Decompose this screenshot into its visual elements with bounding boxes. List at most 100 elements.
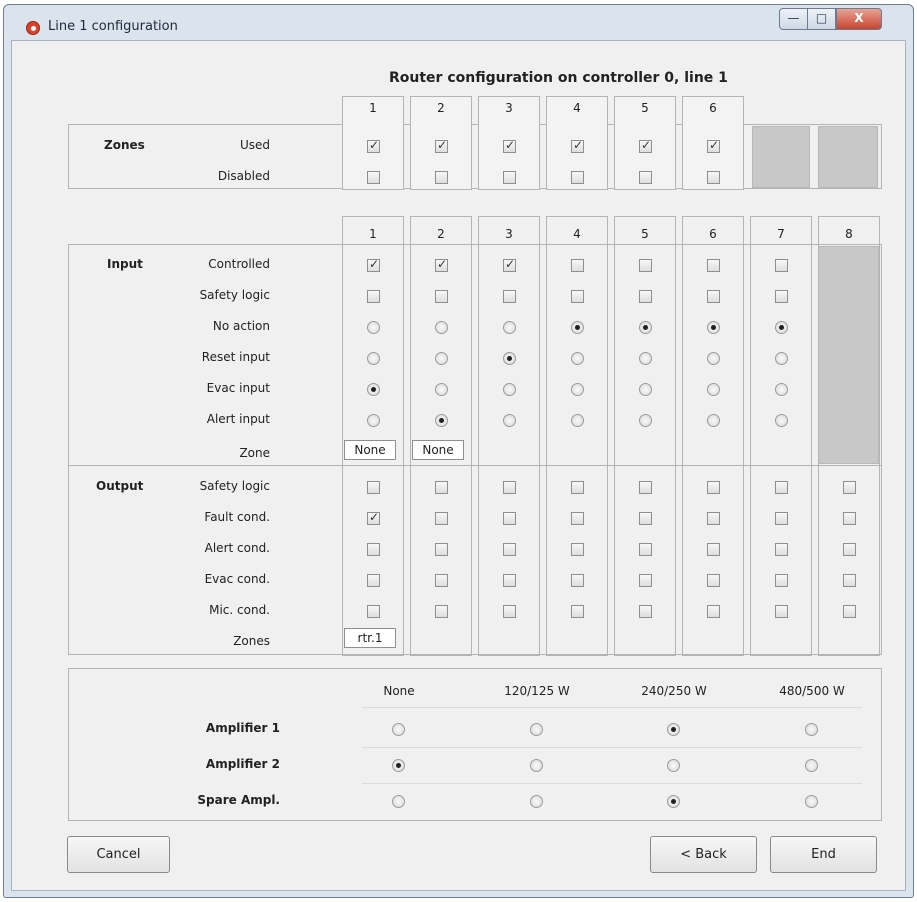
amp-1-radio-4[interactable] bbox=[805, 723, 818, 736]
output-evac-cond--checkbox-6[interactable] bbox=[707, 574, 720, 587]
amp-2-radio-1[interactable] bbox=[392, 759, 405, 772]
input-mode-radio-2-reset-input[interactable] bbox=[435, 352, 448, 365]
input-mode-radio-7-reset-input[interactable] bbox=[775, 352, 788, 365]
amp-2-radio-2[interactable] bbox=[530, 759, 543, 772]
input-mode-radio-1-evac-input[interactable] bbox=[367, 383, 380, 396]
output-fault-cond--checkbox-5[interactable] bbox=[639, 512, 652, 525]
end-button[interactable]: End bbox=[770, 836, 877, 873]
input-controlled-checkbox-4[interactable] bbox=[571, 259, 584, 272]
zones-used-checkbox-3[interactable] bbox=[503, 138, 516, 153]
input-safety-logic-checkbox-4[interactable] bbox=[571, 290, 584, 303]
input-safety-logic-checkbox-7[interactable] bbox=[775, 290, 788, 303]
output-evac-cond--checkbox-1[interactable] bbox=[367, 574, 380, 587]
input-mode-radio-5-reset-input[interactable] bbox=[639, 352, 652, 365]
output-safety-logic-checkbox-7[interactable] bbox=[775, 481, 788, 494]
amp-3-radio-1[interactable] bbox=[392, 795, 405, 808]
input-mode-radio-4-reset-input[interactable] bbox=[571, 352, 584, 365]
output-evac-cond--checkbox-3[interactable] bbox=[503, 574, 516, 587]
output-safety-logic-checkbox-2[interactable] bbox=[435, 481, 448, 494]
input-controlled-checkbox-3[interactable] bbox=[503, 257, 516, 272]
output-safety-logic-checkbox-3[interactable] bbox=[503, 481, 516, 494]
input-mode-radio-3-reset-input[interactable] bbox=[503, 352, 516, 365]
output-fault-cond--checkbox-8[interactable] bbox=[843, 512, 856, 525]
output-mic--cond--checkbox-4[interactable] bbox=[571, 605, 584, 618]
minimize-button[interactable]: — bbox=[779, 8, 808, 30]
amp-3-radio-3[interactable] bbox=[667, 795, 680, 808]
input-mode-radio-2-alert-input[interactable] bbox=[435, 414, 448, 427]
input-mode-radio-1-alert-input[interactable] bbox=[367, 414, 380, 427]
output-fault-cond--checkbox-3[interactable] bbox=[503, 512, 516, 525]
input-mode-radio-6-evac-input[interactable] bbox=[707, 383, 720, 396]
input-safety-logic-checkbox-2[interactable] bbox=[435, 290, 448, 303]
zones-disabled-checkbox-6[interactable] bbox=[707, 171, 720, 184]
output-safety-logic-checkbox-1[interactable] bbox=[367, 481, 380, 494]
output-alert-cond--checkbox-2[interactable] bbox=[435, 543, 448, 556]
amp-1-radio-1[interactable] bbox=[392, 723, 405, 736]
output-fault-cond--checkbox-6[interactable] bbox=[707, 512, 720, 525]
output-fault-cond--checkbox-4[interactable] bbox=[571, 512, 584, 525]
output-alert-cond--checkbox-3[interactable] bbox=[503, 543, 516, 556]
output-evac-cond--checkbox-2[interactable] bbox=[435, 574, 448, 587]
input-mode-radio-4-evac-input[interactable] bbox=[571, 383, 584, 396]
amp-1-radio-2[interactable] bbox=[530, 723, 543, 736]
zones-disabled-checkbox-1[interactable] bbox=[367, 171, 380, 184]
output-alert-cond--checkbox-8[interactable] bbox=[843, 543, 856, 556]
input-safety-logic-checkbox-5[interactable] bbox=[639, 290, 652, 303]
output-safety-logic-checkbox-8[interactable] bbox=[843, 481, 856, 494]
zones-used-checkbox-2[interactable] bbox=[435, 138, 448, 153]
output-alert-cond--checkbox-1[interactable] bbox=[367, 543, 380, 556]
input-mode-radio-6-alert-input[interactable] bbox=[707, 414, 720, 427]
input-mode-radio-5-no-action[interactable] bbox=[639, 321, 652, 334]
output-evac-cond--checkbox-8[interactable] bbox=[843, 574, 856, 587]
input-zone-field-2[interactable]: None bbox=[412, 440, 464, 460]
input-mode-radio-5-alert-input[interactable] bbox=[639, 414, 652, 427]
output-mic--cond--checkbox-7[interactable] bbox=[775, 605, 788, 618]
output-fault-cond--checkbox-2[interactable] bbox=[435, 512, 448, 525]
input-controlled-checkbox-6[interactable] bbox=[707, 259, 720, 272]
input-controlled-checkbox-5[interactable] bbox=[639, 259, 652, 272]
amp-2-radio-4[interactable] bbox=[805, 759, 818, 772]
output-mic--cond--checkbox-5[interactable] bbox=[639, 605, 652, 618]
back-button[interactable]: < Back bbox=[650, 836, 757, 873]
zones-used-checkbox-6[interactable] bbox=[707, 138, 720, 153]
cancel-button[interactable]: Cancel bbox=[67, 836, 170, 873]
zones-disabled-checkbox-3[interactable] bbox=[503, 171, 516, 184]
amp-1-radio-3[interactable] bbox=[667, 723, 680, 736]
output-mic--cond--checkbox-6[interactable] bbox=[707, 605, 720, 618]
output-alert-cond--checkbox-4[interactable] bbox=[571, 543, 584, 556]
input-mode-radio-3-no-action[interactable] bbox=[503, 321, 516, 334]
output-safety-logic-checkbox-5[interactable] bbox=[639, 481, 652, 494]
input-safety-logic-checkbox-1[interactable] bbox=[367, 290, 380, 303]
output-evac-cond--checkbox-5[interactable] bbox=[639, 574, 652, 587]
amp-3-radio-2[interactable] bbox=[530, 795, 543, 808]
zones-used-checkbox-5[interactable] bbox=[639, 138, 652, 153]
amp-2-radio-3[interactable] bbox=[667, 759, 680, 772]
input-safety-logic-checkbox-3[interactable] bbox=[503, 290, 516, 303]
output-alert-cond--checkbox-7[interactable] bbox=[775, 543, 788, 556]
output-fault-cond--checkbox-1[interactable] bbox=[367, 510, 380, 525]
input-mode-radio-3-evac-input[interactable] bbox=[503, 383, 516, 396]
input-mode-radio-7-alert-input[interactable] bbox=[775, 414, 788, 427]
input-mode-radio-6-no-action[interactable] bbox=[707, 321, 720, 334]
zones-disabled-checkbox-4[interactable] bbox=[571, 171, 584, 184]
input-mode-radio-2-no-action[interactable] bbox=[435, 321, 448, 334]
close-button[interactable]: X bbox=[836, 8, 882, 30]
zones-disabled-checkbox-2[interactable] bbox=[435, 171, 448, 184]
input-mode-radio-4-alert-input[interactable] bbox=[571, 414, 584, 427]
input-mode-radio-5-evac-input[interactable] bbox=[639, 383, 652, 396]
output-alert-cond--checkbox-6[interactable] bbox=[707, 543, 720, 556]
input-mode-radio-7-no-action[interactable] bbox=[775, 321, 788, 334]
input-mode-radio-3-alert-input[interactable] bbox=[503, 414, 516, 427]
zones-used-checkbox-1[interactable] bbox=[367, 138, 380, 153]
input-mode-radio-1-no-action[interactable] bbox=[367, 321, 380, 334]
output-mic--cond--checkbox-2[interactable] bbox=[435, 605, 448, 618]
title-bar[interactable]: Line 1 configuration — □ X bbox=[4, 5, 913, 45]
output-mic--cond--checkbox-1[interactable] bbox=[367, 605, 380, 618]
output-evac-cond--checkbox-7[interactable] bbox=[775, 574, 788, 587]
output-fault-cond--checkbox-7[interactable] bbox=[775, 512, 788, 525]
input-zone-field-1[interactable]: None bbox=[344, 440, 396, 460]
input-controlled-checkbox-2[interactable] bbox=[435, 257, 448, 272]
zones-disabled-checkbox-5[interactable] bbox=[639, 171, 652, 184]
output-mic--cond--checkbox-8[interactable] bbox=[843, 605, 856, 618]
maximize-button[interactable]: □ bbox=[807, 8, 836, 30]
